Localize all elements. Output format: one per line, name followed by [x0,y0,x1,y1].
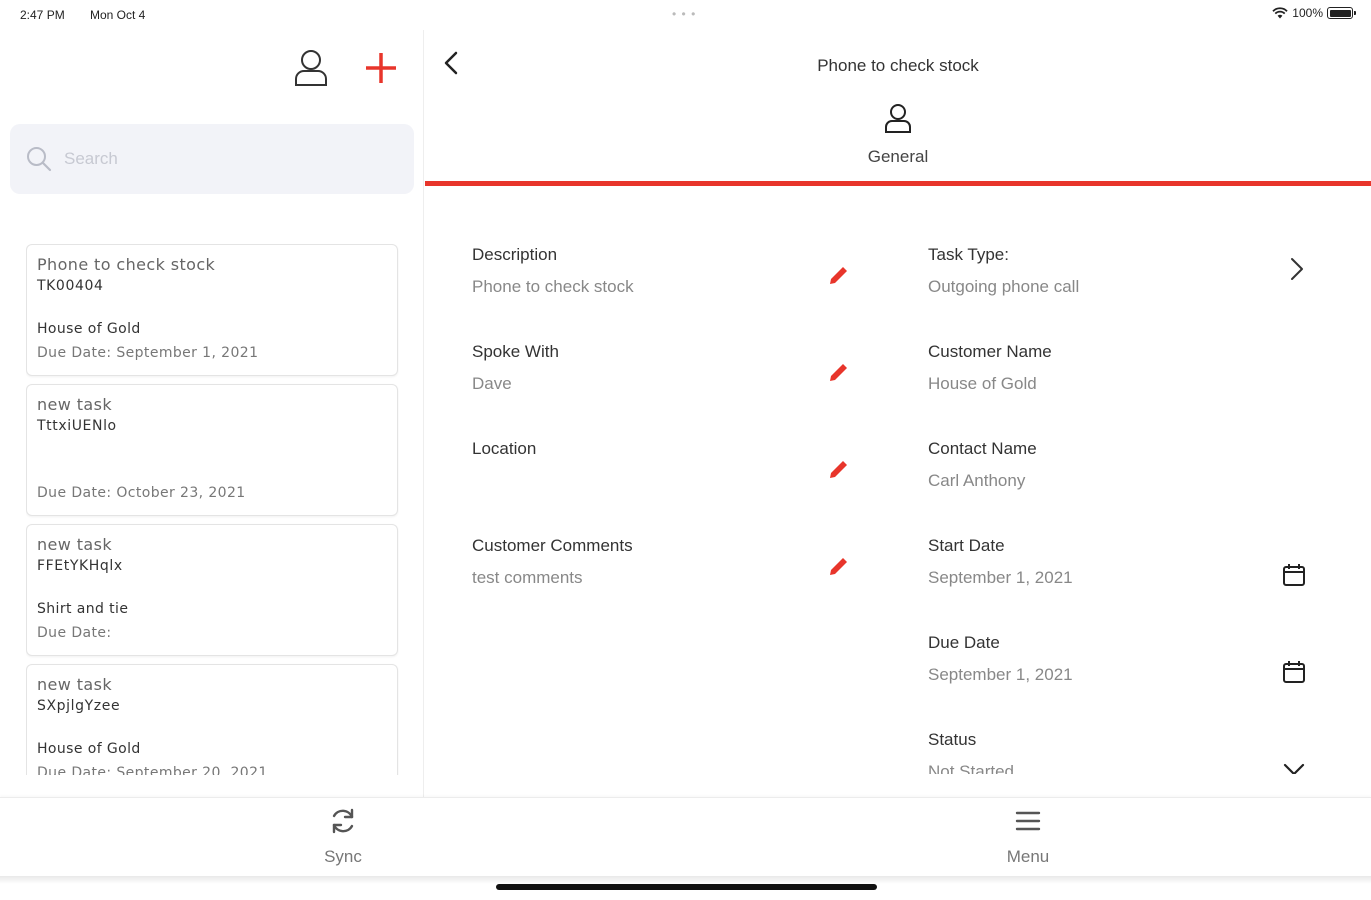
tab-general-label: General [867,147,929,166]
detail-title: Phone to check stock [817,56,979,75]
sync-button[interactable]: Sync [283,806,403,867]
contact-name-field[interactable]: Contact Name Carl Anthony [928,439,1308,509]
multitasking-dots[interactable]: • • • [672,7,696,21]
list-toolbar [291,48,401,88]
field-label: Location [472,439,537,458]
task-list: Phone to check stock TK00404 House of Go… [26,244,399,775]
chevron-down-icon[interactable] [1281,756,1307,774]
menu-label: Menu [1006,847,1050,866]
field-label: Spoke With [472,342,559,361]
task-due-date: Due Date: September 1, 2021 [37,345,259,361]
task-list-pane: Phone to check stock TK00404 House of Go… [0,30,424,797]
field-label: Description [472,245,558,264]
calendar-icon[interactable] [1281,562,1307,588]
task-due-date: Due Date: October 23, 2021 [37,485,246,501]
home-indicator[interactable] [496,884,877,890]
search-bar[interactable] [10,124,414,194]
spoke-with-field: Spoke With Dave [472,342,852,412]
status-bar: 2:47 PM Mon Oct 4 • • • 100% [0,0,1371,30]
calendar-icon[interactable] [1281,659,1307,685]
field-value: Dave [472,374,512,393]
task-code: TttxiUENlo [37,418,117,434]
person-icon [295,50,327,86]
detail-fields: Description Phone to check stock Spoke W… [425,190,1371,774]
description-field: Description Phone to check stock [472,245,852,315]
task-type-field[interactable]: Task Type: Outgoing phone call [928,245,1308,315]
status-time: 2:47 PM [20,8,65,22]
field-label: Customer Name [928,342,1052,361]
active-tab-indicator [425,181,1371,186]
task-customer: House of Gold [37,741,141,757]
field-value: September 1, 2021 [928,665,1073,684]
task-code: SXpjlgYzee [37,698,121,714]
task-code: FFEtYKHqlx [37,558,123,574]
status-indicators: 100% [1272,6,1356,20]
status-date: Mon Oct 4 [90,8,146,22]
sync-icon [332,808,354,834]
start-date-field[interactable]: Start Date September 1, 2021 [928,536,1308,606]
field-label: Due Date [928,633,1000,652]
wifi-icon [1272,7,1288,19]
task-customer: House of Gold [37,321,141,337]
field-value: Phone to check stock [472,277,634,296]
field-label: Customer Comments [472,536,633,555]
task-title: new task [37,395,113,414]
profile-button[interactable] [291,48,331,88]
field-label: Contact Name [928,439,1037,458]
task-due-date: Due Date: [37,625,112,641]
customer-comments-field: Customer Comments test comments [472,536,852,606]
tab-general[interactable]: General [848,102,948,180]
task-card[interactable]: new task TttxiUENlo Due Date: October 23… [26,384,398,516]
field-value: September 1, 2021 [928,568,1073,587]
edit-pencil-icon[interactable] [825,263,851,289]
search-input[interactable] [64,149,364,169]
task-card[interactable]: new task SXpjlgYzee House of Gold Due Da… [26,664,398,775]
sync-label: Sync [324,847,362,866]
customer-name-field[interactable]: Customer Name House of Gold [928,342,1308,412]
menu-button[interactable]: Menu [968,806,1088,867]
battery-icon [1327,7,1356,19]
search-icon [27,147,52,172]
task-code: TK00404 [37,278,104,294]
task-title: new task [37,675,113,694]
plus-icon [366,53,396,83]
field-value [472,471,852,491]
bottom-shadow [0,876,1371,884]
task-detail-pane: Phone to check stock General Description… [425,30,1371,797]
field-label: Start Date [928,536,1005,555]
task-card[interactable]: new task FFEtYKHqlx Shirt and tie Due Da… [26,524,398,656]
location-field: Location [472,439,852,509]
due-date-field[interactable]: Due Date September 1, 2021 [928,633,1308,703]
chevron-right-icon[interactable] [1283,256,1309,282]
field-label: Task Type: [928,245,1009,264]
field-label: Status [928,730,977,749]
add-task-button[interactable] [361,48,401,88]
battery-percent: 100% [1292,6,1323,20]
hamburger-menu-icon [1015,811,1041,831]
field-value: Not Started [928,762,1014,774]
task-due-date: Due Date: September 20, 2021 [37,765,268,775]
field-value: House of Gold [928,374,1037,393]
field-value: Carl Anthony [928,471,1026,490]
field-value: Outgoing phone call [928,277,1080,296]
field-value: test comments [472,568,583,587]
task-card[interactable]: Phone to check stock TK00404 House of Go… [26,244,398,376]
person-icon [885,104,911,133]
task-title: new task [37,535,113,554]
status-field[interactable]: Status Not Started [928,730,1308,774]
edit-pencil-icon[interactable] [825,457,851,483]
edit-pencil-icon[interactable] [825,554,851,580]
task-title: Phone to check stock [37,255,216,274]
task-customer: Shirt and tie [37,601,129,617]
bottom-tab-bar: Sync Menu [0,797,1371,877]
edit-pencil-icon[interactable] [825,360,851,386]
